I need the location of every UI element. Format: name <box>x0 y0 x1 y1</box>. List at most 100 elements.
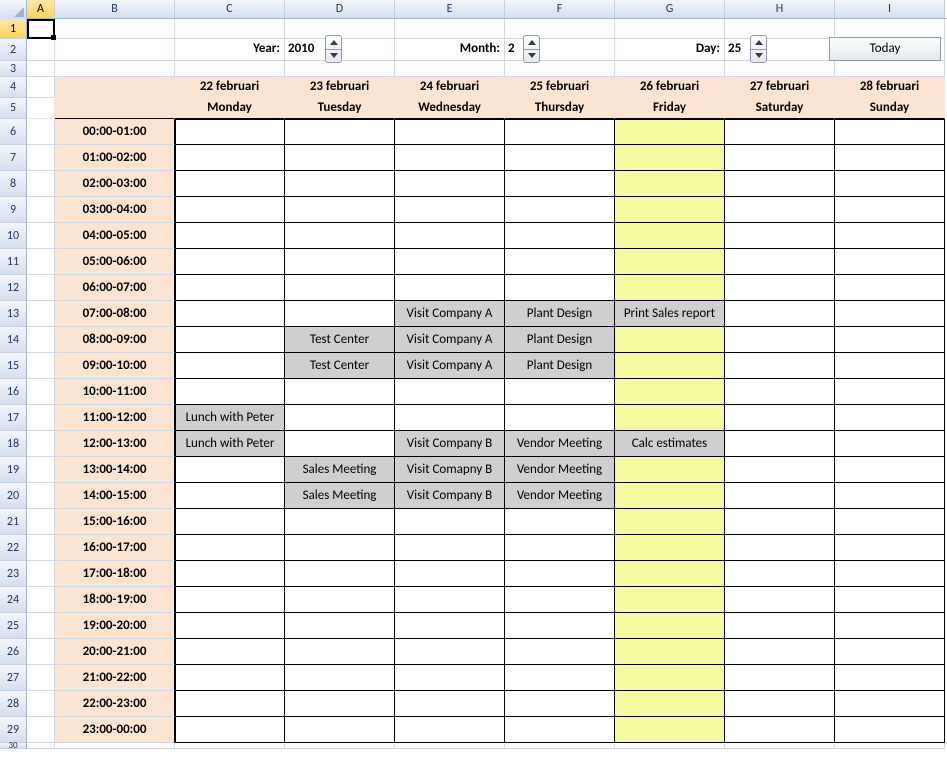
schedule-cell-r17-c3[interactable] <box>505 561 615 587</box>
schedule-cell-r3-c0[interactable] <box>175 197 285 223</box>
schedule-cell-r11-c1[interactable] <box>285 405 395 431</box>
cell-A20[interactable] <box>27 483 55 509</box>
cell-G1[interactable] <box>615 19 725 39</box>
cell-A11[interactable] <box>27 249 55 275</box>
schedule-cell-r18-c2[interactable] <box>395 587 505 613</box>
row-header-5[interactable]: 5 <box>0 98 27 119</box>
schedule-cell-r17-c0[interactable] <box>175 561 285 587</box>
schedule-cell-r0-c2[interactable] <box>395 119 505 145</box>
schedule-cell-r15-c5[interactable] <box>725 509 835 535</box>
schedule-cell-r9-c4[interactable] <box>615 353 725 379</box>
cell-F3[interactable] <box>505 61 615 77</box>
row-header-1[interactable]: 1 <box>0 19 27 39</box>
schedule-cell-r2-c4[interactable] <box>615 171 725 197</box>
schedule-cell-r8-c4[interactable] <box>615 327 725 353</box>
schedule-cell-r7-c3[interactable]: Plant Design <box>505 301 615 327</box>
col-header-H[interactable]: H <box>725 0 835 18</box>
schedule-cell-r16-c3[interactable] <box>505 535 615 561</box>
schedule-cell-r18-c1[interactable] <box>285 587 395 613</box>
schedule-cell-r13-c0[interactable] <box>175 457 285 483</box>
row-header-2[interactable]: 2 <box>0 39 27 61</box>
schedule-cell-r9-c0[interactable] <box>175 353 285 379</box>
schedule-cell-r23-c2[interactable] <box>395 717 505 743</box>
row-header-17[interactable]: 17 <box>0 405 27 431</box>
col-header-A[interactable]: A <box>27 0 55 18</box>
schedule-cell-r9-c3[interactable]: Plant Design <box>505 353 615 379</box>
schedule-cell-r0-c5[interactable] <box>725 119 835 145</box>
cell-F1[interactable] <box>505 19 615 39</box>
date-header-4[interactable]: 26 februari <box>615 77 725 98</box>
schedule-cell-r6-c0[interactable] <box>175 275 285 301</box>
schedule-cell-r3-c6[interactable] <box>835 197 945 223</box>
schedule-cell-r1-c5[interactable] <box>725 145 835 171</box>
schedule-cell-r7-c0[interactable] <box>175 301 285 327</box>
schedule-cell-r9-c2[interactable]: Visit Company A <box>395 353 505 379</box>
cell-B30[interactable] <box>55 743 175 749</box>
schedule-cell-r14-c0[interactable] <box>175 483 285 509</box>
schedule-cell-r18-c5[interactable] <box>725 587 835 613</box>
schedule-cell-r10-c1[interactable] <box>285 379 395 405</box>
schedule-cell-r19-c5[interactable] <box>725 613 835 639</box>
schedule-cell-r0-c1[interactable] <box>285 119 395 145</box>
select-all-corner[interactable] <box>0 0 27 19</box>
cell-I3[interactable] <box>835 61 945 77</box>
cell-A24[interactable] <box>27 587 55 613</box>
schedule-cell-r2-c6[interactable] <box>835 171 945 197</box>
cell-I1[interactable] <box>835 19 945 39</box>
time-slot-4[interactable]: 04:00-05:00 <box>55 223 175 249</box>
schedule-cell-r16-c6[interactable] <box>835 535 945 561</box>
schedule-cell-r4-c3[interactable] <box>505 223 615 249</box>
schedule-cell-r2-c2[interactable] <box>395 171 505 197</box>
day-spin-up[interactable] <box>751 36 766 50</box>
row-header-14[interactable]: 14 <box>0 327 27 353</box>
cell-A14[interactable] <box>27 327 55 353</box>
schedule-cell-r1-c2[interactable] <box>395 145 505 171</box>
schedule-cell-r18-c4[interactable] <box>615 587 725 613</box>
today-button[interactable]: Today <box>829 37 941 61</box>
schedule-cell-r13-c3[interactable]: Vendor Meeting <box>505 457 615 483</box>
schedule-cell-r19-c2[interactable] <box>395 613 505 639</box>
schedule-cell-r0-c6[interactable] <box>835 119 945 145</box>
time-slot-11[interactable]: 11:00-12:00 <box>55 405 175 431</box>
time-slot-23[interactable]: 23:00-00:00 <box>55 717 175 743</box>
row-header-10[interactable]: 10 <box>0 223 27 249</box>
cell-B2[interactable] <box>55 39 175 61</box>
row-header-26[interactable]: 26 <box>0 639 27 665</box>
schedule-cell-r22-c4[interactable] <box>615 691 725 717</box>
schedule-cell-r10-c0[interactable] <box>175 379 285 405</box>
cell-I30[interactable] <box>835 743 945 749</box>
schedule-cell-r15-c0[interactable] <box>175 509 285 535</box>
schedule-cell-r10-c5[interactable] <box>725 379 835 405</box>
schedule-cell-r7-c6[interactable] <box>835 301 945 327</box>
schedule-cell-r15-c6[interactable] <box>835 509 945 535</box>
row-header-11[interactable]: 11 <box>0 249 27 275</box>
schedule-cell-r1-c3[interactable] <box>505 145 615 171</box>
schedule-cell-r21-c0[interactable] <box>175 665 285 691</box>
schedule-cell-r5-c5[interactable] <box>725 249 835 275</box>
time-slot-19[interactable]: 19:00-20:00 <box>55 613 175 639</box>
schedule-cell-r14-c5[interactable] <box>725 483 835 509</box>
schedule-cell-r22-c6[interactable] <box>835 691 945 717</box>
cell-D30[interactable] <box>285 743 395 749</box>
cell-C30[interactable] <box>175 743 285 749</box>
schedule-cell-r10-c6[interactable] <box>835 379 945 405</box>
time-slot-9[interactable]: 09:00-10:00 <box>55 353 175 379</box>
cell-A27[interactable] <box>27 665 55 691</box>
schedule-cell-r11-c4[interactable] <box>615 405 725 431</box>
month-spinner[interactable] <box>523 35 540 63</box>
schedule-cell-r22-c5[interactable] <box>725 691 835 717</box>
col-header-G[interactable]: G <box>615 0 725 18</box>
cell-F30[interactable] <box>505 743 615 749</box>
cell-C3[interactable] <box>175 61 285 77</box>
row-header-30[interactable]: 30 <box>0 743 27 749</box>
row-header-12[interactable]: 12 <box>0 275 27 301</box>
schedule-cell-r11-c3[interactable] <box>505 405 615 431</box>
row-header-24[interactable]: 24 <box>0 587 27 613</box>
row-header-25[interactable]: 25 <box>0 613 27 639</box>
schedule-cell-r19-c3[interactable] <box>505 613 615 639</box>
schedule-cell-r17-c4[interactable] <box>615 561 725 587</box>
time-slot-10[interactable]: 10:00-11:00 <box>55 379 175 405</box>
schedule-cell-r19-c4[interactable] <box>615 613 725 639</box>
schedule-cell-r6-c5[interactable] <box>725 275 835 301</box>
row-header-19[interactable]: 19 <box>0 457 27 483</box>
